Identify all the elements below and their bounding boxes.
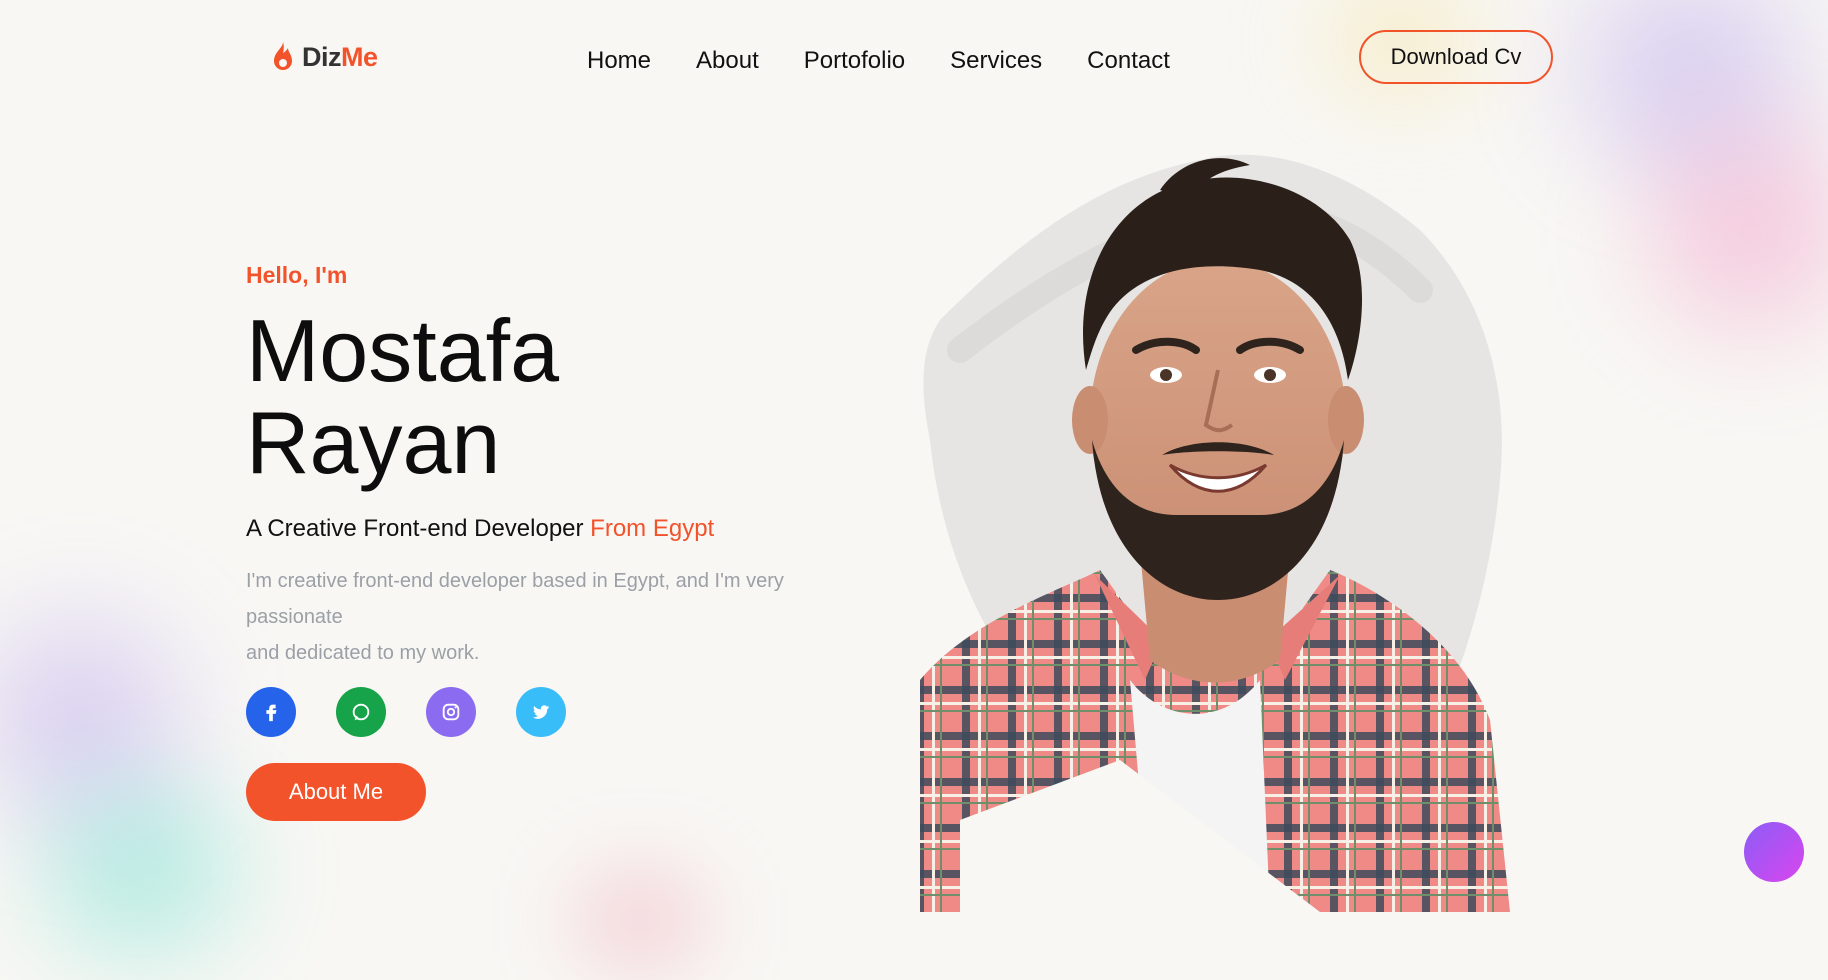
hero-greeting: Hello, I'm bbox=[246, 262, 348, 288]
flame-logo-icon bbox=[274, 42, 292, 70]
twitter-link[interactable] bbox=[516, 687, 566, 737]
hero-tagline-highlight: From Egypt bbox=[590, 515, 715, 542]
facebook-link[interactable] bbox=[246, 687, 296, 737]
top-navbar: DizMe Home About Portofolio Services Con… bbox=[0, 0, 1828, 120]
instagram-icon bbox=[442, 703, 460, 721]
social-links bbox=[246, 687, 846, 737]
brand-name: DizMe bbox=[302, 41, 378, 72]
nav-portfolio-link[interactable]: Portofolio bbox=[804, 47, 905, 75]
hero-section: Hello, I'm Mostafa Rayan A Creative Fron… bbox=[246, 262, 846, 821]
nav-home-link[interactable]: Home bbox=[587, 47, 651, 75]
whatsapp-icon bbox=[352, 703, 370, 721]
brand-logo[interactable]: DizMe bbox=[270, 40, 378, 74]
nav-contact-link[interactable]: Contact bbox=[1087, 47, 1170, 75]
hero-description: I'm creative front-end developer based i… bbox=[246, 570, 784, 664]
instagram-link[interactable] bbox=[426, 687, 476, 737]
nav-about-link[interactable]: About bbox=[696, 47, 759, 75]
facebook-icon bbox=[266, 704, 277, 722]
twitter-icon bbox=[532, 705, 550, 719]
nav-services-link[interactable]: Services bbox=[950, 47, 1042, 75]
main-menu: Home About Portofolio Services Contact bbox=[587, 47, 1170, 75]
hero-name: Mostafa Rayan bbox=[246, 305, 846, 489]
floating-chat-button[interactable] bbox=[1744, 822, 1804, 882]
hero-last-name: Rayan bbox=[246, 393, 501, 492]
profile-photo bbox=[920, 154, 1510, 912]
about-me-button[interactable]: About Me bbox=[246, 763, 426, 821]
hero-first-name: Mostafa bbox=[246, 301, 560, 400]
download-cv-button[interactable]: Download Cv bbox=[1359, 30, 1553, 84]
hero-tagline: A Creative Front-end Developer From Egyp… bbox=[246, 515, 715, 542]
whatsapp-link[interactable] bbox=[336, 687, 386, 737]
